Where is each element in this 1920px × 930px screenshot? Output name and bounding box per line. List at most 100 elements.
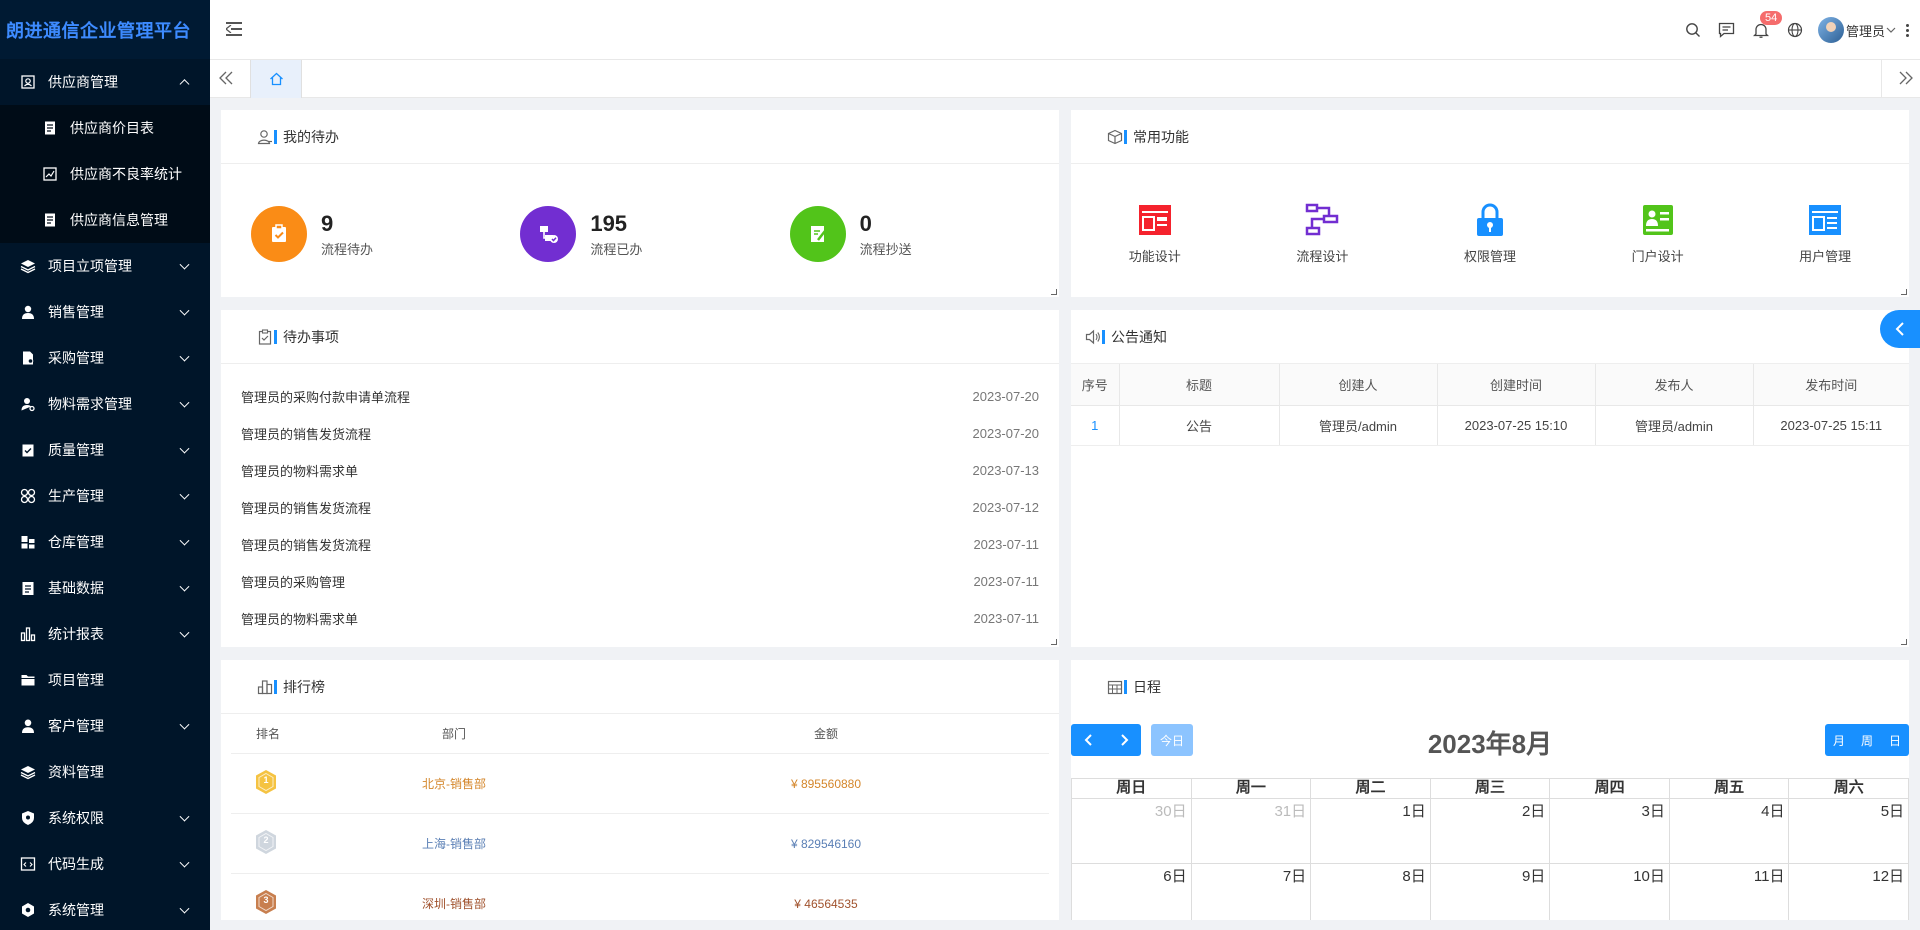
list-item[interactable]: 管理员的销售发货流程 2023-07-11 [241,526,1039,563]
ranking-table-header: 排名 部门 金额 [231,714,1049,754]
pending-item-title[interactable]: 管理员的物料需求单 [241,461,358,480]
todo-stat[interactable]: 195 流程已办 [520,206,789,262]
settings-drawer-toggle[interactable] [1880,310,1920,348]
document-icon [42,120,58,136]
message-icon[interactable] [1710,15,1744,45]
sidebar-item[interactable]: 系统权限 [0,795,210,841]
common-functions-panel: 常用功能 功能设计 流程设计 权限管理 门户设计 用户管理 [1071,110,1909,297]
calendar-day[interactable]: 5日 [1789,799,1909,864]
calendar-day[interactable]: 7日 [1192,864,1312,920]
table-row[interactable]: 2 上海-销售部 ¥ 829546160 [231,814,1049,874]
list-item[interactable]: 管理员的采购付款申请单流程 2023-07-20 [241,378,1039,415]
sidebar-item[interactable]: 代码生成 [0,841,210,887]
view-week-button[interactable]: 周 [1853,724,1881,756]
sidebar-item[interactable]: 供应商管理 [0,59,210,105]
resize-handle[interactable] [1051,639,1057,645]
sidebar-item[interactable]: 资料管理 [0,749,210,795]
calendar-day[interactable]: 9日 [1431,864,1551,920]
resize-handle[interactable] [1051,289,1057,295]
tab-home[interactable] [250,60,302,98]
tabs-scroll-left-icon[interactable] [218,70,234,89]
function-shortcut[interactable]: 功能设计 [1095,202,1215,265]
table-row[interactable]: 1 公告 管理员/admin 2023-07-25 15:10 管理员/admin 202… [1071,405,1909,446]
chevron-down-icon [1886,27,1896,33]
app-logo[interactable]: 朗进通信企业管理平台 [0,0,210,59]
calendar-day[interactable]: 4日 [1669,799,1790,864]
function-shortcut[interactable]: 门户设计 [1598,202,1718,265]
panel-header: 日程 [1071,660,1909,714]
sidebar-item[interactable]: 统计报表 [0,611,210,657]
stat-value: 195 [590,210,628,236]
sidebar-item[interactable]: 采购管理 [0,335,210,381]
tab-bar [210,60,1920,98]
view-month-button[interactable]: 月 [1825,724,1853,756]
notification-bell-icon[interactable]: 54 [1744,11,1783,45]
function-shortcut[interactable]: 流程设计 [1262,202,1382,265]
sidebar-subitem[interactable]: 供应商不良率统计 [0,151,210,197]
pending-item-title[interactable]: 管理员的物料需求单 [241,609,358,628]
medal-icon: 1 [255,769,277,795]
weekday-header: 周一 [1191,779,1312,799]
menu-toggle-icon[interactable] [226,22,242,36]
calendar-day[interactable]: 10日 [1550,864,1670,920]
chevron-left-icon [1895,322,1904,336]
weekday-header: 周六 [1789,779,1909,799]
calendar-day[interactable]: 2日 [1430,799,1551,864]
tabs-scroll-right-icon[interactable] [1898,70,1914,89]
pending-item-date: 2023-07-11 [973,574,1039,589]
list-item[interactable]: 管理员的销售发货流程 2023-07-12 [241,489,1039,526]
sidebar-item[interactable]: 系统管理 [0,887,210,930]
pending-item-title[interactable]: 管理员的采购管理 [241,572,345,591]
sidebar-item[interactable]: 物料需求管理 [0,381,210,427]
sidebar-item[interactable]: 生产管理 [0,473,210,519]
sidebar-item-label: 仓库管理 [48,534,104,550]
weekday-header: 周四 [1550,779,1670,799]
cube-icon [1107,129,1123,145]
sidebar-item[interactable]: 项目立项管理 [0,243,210,289]
user-menu[interactable]: 管理员 [1817,17,1896,43]
table-cell: 1 [1071,405,1120,446]
panel-header: 待办事项 [221,310,1059,364]
calendar-day[interactable]: 30日 [1072,799,1192,864]
calendar-day[interactable]: 11日 [1670,864,1790,920]
more-vertical-icon[interactable] [1906,22,1910,39]
pending-item-title[interactable]: 管理员的销售发货流程 [241,535,371,554]
calendar-day[interactable]: 1日 [1311,799,1431,864]
sidebar-subitem[interactable]: 供应商信息管理 [0,197,210,243]
sidebar-item[interactable]: 基础数据 [0,565,210,611]
calendar-day[interactable]: 12日 [1789,864,1909,920]
sidebar-item[interactable]: 客户管理 [0,703,210,749]
todo-stat[interactable]: 9 流程待办 [251,206,520,262]
calendar-day[interactable]: 31日 [1191,799,1312,864]
search-icon[interactable] [1676,15,1710,45]
sidebar-item-label: 项目管理 [48,672,104,688]
resize-handle[interactable] [1901,289,1907,295]
table-row[interactable]: 1 北京-销售部 ¥ 895560880 [231,754,1049,814]
pending-item-title[interactable]: 管理员的采购付款申请单流程 [241,387,410,406]
sidebar-item[interactable]: 质量管理 [0,427,210,473]
list-item[interactable]: 管理员的物料需求单 2023-07-13 [241,452,1039,489]
calendar-day[interactable]: 8日 [1311,864,1431,920]
pending-item-title[interactable]: 管理员的销售发货流程 [241,498,371,517]
cc-flow-icon [789,206,846,262]
sidebar-subitem[interactable]: 供应商价目表 [0,105,210,151]
list-item[interactable]: 管理员的采购管理 2023-07-11 [241,563,1039,600]
list-item[interactable]: 管理员的销售发货流程 2023-07-20 [241,415,1039,452]
calendar-day[interactable]: 6日 [1072,864,1192,920]
chevron-down-icon [179,811,190,822]
function-shortcut[interactable]: 用户管理 [1765,202,1885,265]
table-row[interactable]: 3 深圳-销售部 ¥ 46564535 [231,874,1049,920]
list-item[interactable]: 管理员的物料需求单 2023-07-11 [241,600,1039,637]
calendar-day[interactable]: 3日 [1550,799,1670,864]
sidebar-item[interactable]: 仓库管理 [0,519,210,565]
function-shortcut[interactable]: 权限管理 [1430,202,1550,265]
sidebar-item[interactable]: 销售管理 [0,289,210,335]
pending-item-title[interactable]: 管理员的销售发货流程 [241,424,371,443]
resize-handle[interactable] [1901,639,1907,645]
language-globe-icon[interactable] [1778,15,1812,45]
sidebar-item-label: 资料管理 [48,764,104,780]
todo-stat[interactable]: 0 流程抄送 [789,206,1059,262]
sidebar-subitem-label: 供应商不良率统计 [70,166,182,182]
sidebar-item[interactable]: 项目管理 [0,657,210,703]
view-day-button[interactable]: 日 [1881,724,1909,756]
